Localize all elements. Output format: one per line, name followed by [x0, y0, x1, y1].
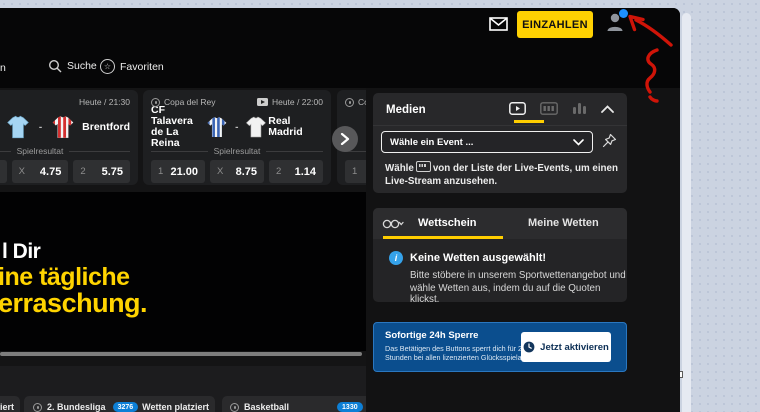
media-panel: Medien Wähle ein Event ...: [373, 93, 627, 193]
info-icon: i: [389, 251, 403, 265]
event-select-dropdown[interactable]: Wähle ein Event ...: [381, 131, 593, 153]
mail-icon[interactable]: [489, 17, 508, 31]
odds-label: 2: [80, 166, 85, 177]
search-icon: [48, 59, 62, 73]
no-bets-text-line1: Bitte stöbere in unserem Sportwettenange…: [410, 270, 626, 281]
media-panel-title: Medien: [386, 104, 426, 116]
odds-label: X: [217, 166, 223, 177]
bets-count-badge: 1330: [337, 402, 363, 412]
odds-label: 1: [158, 166, 163, 177]
betslip-header: Wettschein Meine Wetten: [373, 208, 627, 239]
odds-button[interactable]: 2 5.75: [73, 160, 130, 183]
pin-icon[interactable]: [601, 133, 617, 149]
odds-value: 1.14: [295, 166, 316, 178]
home-team-name: CF Talaverade La Reina: [151, 105, 205, 149]
match-card-copa-del-rey[interactable]: Copa del Rey Heute / 22:00 CF Talaverade…: [143, 90, 331, 185]
clock-lock-icon: [523, 341, 535, 353]
vs-separator: -: [33, 122, 48, 133]
betting-site-page: EINZAHLEN n Suche ☆ Favoriten Heute / 21…: [0, 8, 680, 412]
divider: [373, 125, 627, 126]
home-jersey-icon: [5, 114, 31, 140]
bets-count-badge: 3276: [113, 402, 139, 412]
video-tab-icon[interactable]: [509, 102, 526, 115]
stats-tab-icon[interactable]: [572, 102, 587, 115]
bets-placed-label: Wetten platziert: [142, 402, 209, 412]
tab-my-bets[interactable]: Meine Wetten: [528, 217, 599, 229]
horizontal-scrollbar[interactable]: [0, 352, 362, 356]
odds-value: 5.75: [102, 166, 123, 178]
away-jersey-icon: [50, 114, 76, 140]
account-notification-dot: [619, 9, 628, 18]
no-bets-text-line2: wähle Wetten aus, indem du auf die Quote…: [410, 283, 627, 305]
odds-value: 8.75: [236, 166, 257, 178]
competition-name: Co: [358, 97, 366, 107]
odds-value: 21.00: [170, 166, 198, 178]
activate-now-button[interactable]: Jetzt aktivieren: [521, 332, 611, 362]
basketball-icon: [230, 403, 239, 412]
event-card-basketball[interactable]: Basketball 1330 W: [222, 396, 366, 412]
chevron-down-icon: [573, 139, 584, 146]
event-card-cut[interactable]: iert: [0, 396, 20, 412]
event-select-placeholder: Wähle ein Event ...: [390, 137, 473, 148]
favorites-label: Favoriten: [120, 61, 164, 73]
search-nav-item[interactable]: Suche: [48, 59, 97, 73]
lock-banner-text-line1: Das Betätigen des Buttons sperrt dich fü…: [385, 344, 526, 353]
odds-button[interactable]: 49: [0, 160, 7, 183]
odds-label: 1: [352, 166, 357, 177]
carousel-next-button[interactable]: [332, 126, 358, 152]
lock-24h-banner: Sofortige 24h Sperre Das Betätigen des B…: [373, 322, 627, 372]
scoreboard-tab-icon[interactable]: [540, 102, 558, 115]
football-icon: [345, 98, 354, 107]
promo-line-1: l Dir: [2, 240, 40, 264]
no-bets-title: Keine Wetten ausgewählt!: [410, 252, 546, 264]
football-icon: [151, 98, 160, 107]
event-label: 2. Bundesliga: [47, 402, 106, 412]
event-label: Basketball: [244, 402, 289, 412]
away-jersey-icon: [244, 114, 268, 140]
odds-button[interactable]: X 4.75: [12, 160, 69, 183]
collapse-chevron-up-icon[interactable]: [601, 105, 614, 113]
promo-banner[interactable]: l Dir ine tägliche erraschung.: [0, 192, 366, 351]
nav-item-cut[interactable]: n: [0, 62, 6, 74]
odds-button[interactable]: X 8.75: [210, 160, 264, 183]
away-team-name: Real Madrid: [268, 116, 323, 138]
market-label: Spielresultat: [214, 146, 261, 156]
odds-button[interactable]: 2 1.14: [269, 160, 323, 183]
deposit-button[interactable]: EINZAHLEN: [517, 11, 593, 38]
active-tab-underline: [514, 120, 544, 123]
odds-button[interactable]: 1 21.00: [151, 160, 205, 183]
match-time: Heute / 21:30: [79, 97, 130, 107]
market-label: Spielresultat: [17, 146, 64, 156]
chevron-right-icon: [340, 133, 350, 145]
star-icon: ☆: [100, 59, 115, 74]
odds-button[interactable]: 1: [345, 160, 366, 183]
media-hint-text: Wählevon der Liste der Live-Events, um e…: [385, 161, 621, 188]
odds-label: X: [19, 166, 25, 177]
event-card-bundesliga[interactable]: 2. Bundesliga 3276 Wetten platziert: [24, 396, 215, 412]
football-icon: [33, 403, 42, 412]
betslip-panel: Wettschein Meine Wetten i Keine Wetten a…: [373, 208, 627, 302]
vs-separator: -: [229, 122, 244, 133]
bottom-events-bar: iert 2. Bundesliga 3276 Wetten platziert…: [0, 366, 366, 412]
lock-banner-title: Sofortige 24h Sperre: [385, 330, 478, 341]
odds-label: 2: [276, 166, 281, 177]
left-column: Heute / 21:30 - Brentford Spielresultat: [0, 88, 366, 412]
favorites-nav-item[interactable]: ☆ Favoriten: [100, 59, 164, 74]
live-stream-icon: [257, 98, 268, 106]
search-label: Suche: [67, 60, 97, 72]
home-jersey-icon: [205, 114, 229, 140]
odds-value: 4.75: [40, 166, 61, 178]
away-team-name: Brentford: [82, 122, 130, 133]
settings-glasses-icon[interactable]: [382, 217, 404, 231]
active-tab-underline: [383, 236, 503, 239]
browser-scrollbar[interactable]: [682, 13, 691, 412]
match-card-brentford[interactable]: Heute / 21:30 - Brentford Spielresultat: [0, 90, 138, 185]
event-label-fragment: iert: [0, 402, 14, 412]
tab-betslip[interactable]: Wettschein: [418, 217, 476, 229]
promo-line-3: erraschung.: [0, 288, 147, 319]
match-time: Heute / 22:00: [272, 97, 323, 107]
scoreboard-inline-icon: [416, 161, 431, 172]
